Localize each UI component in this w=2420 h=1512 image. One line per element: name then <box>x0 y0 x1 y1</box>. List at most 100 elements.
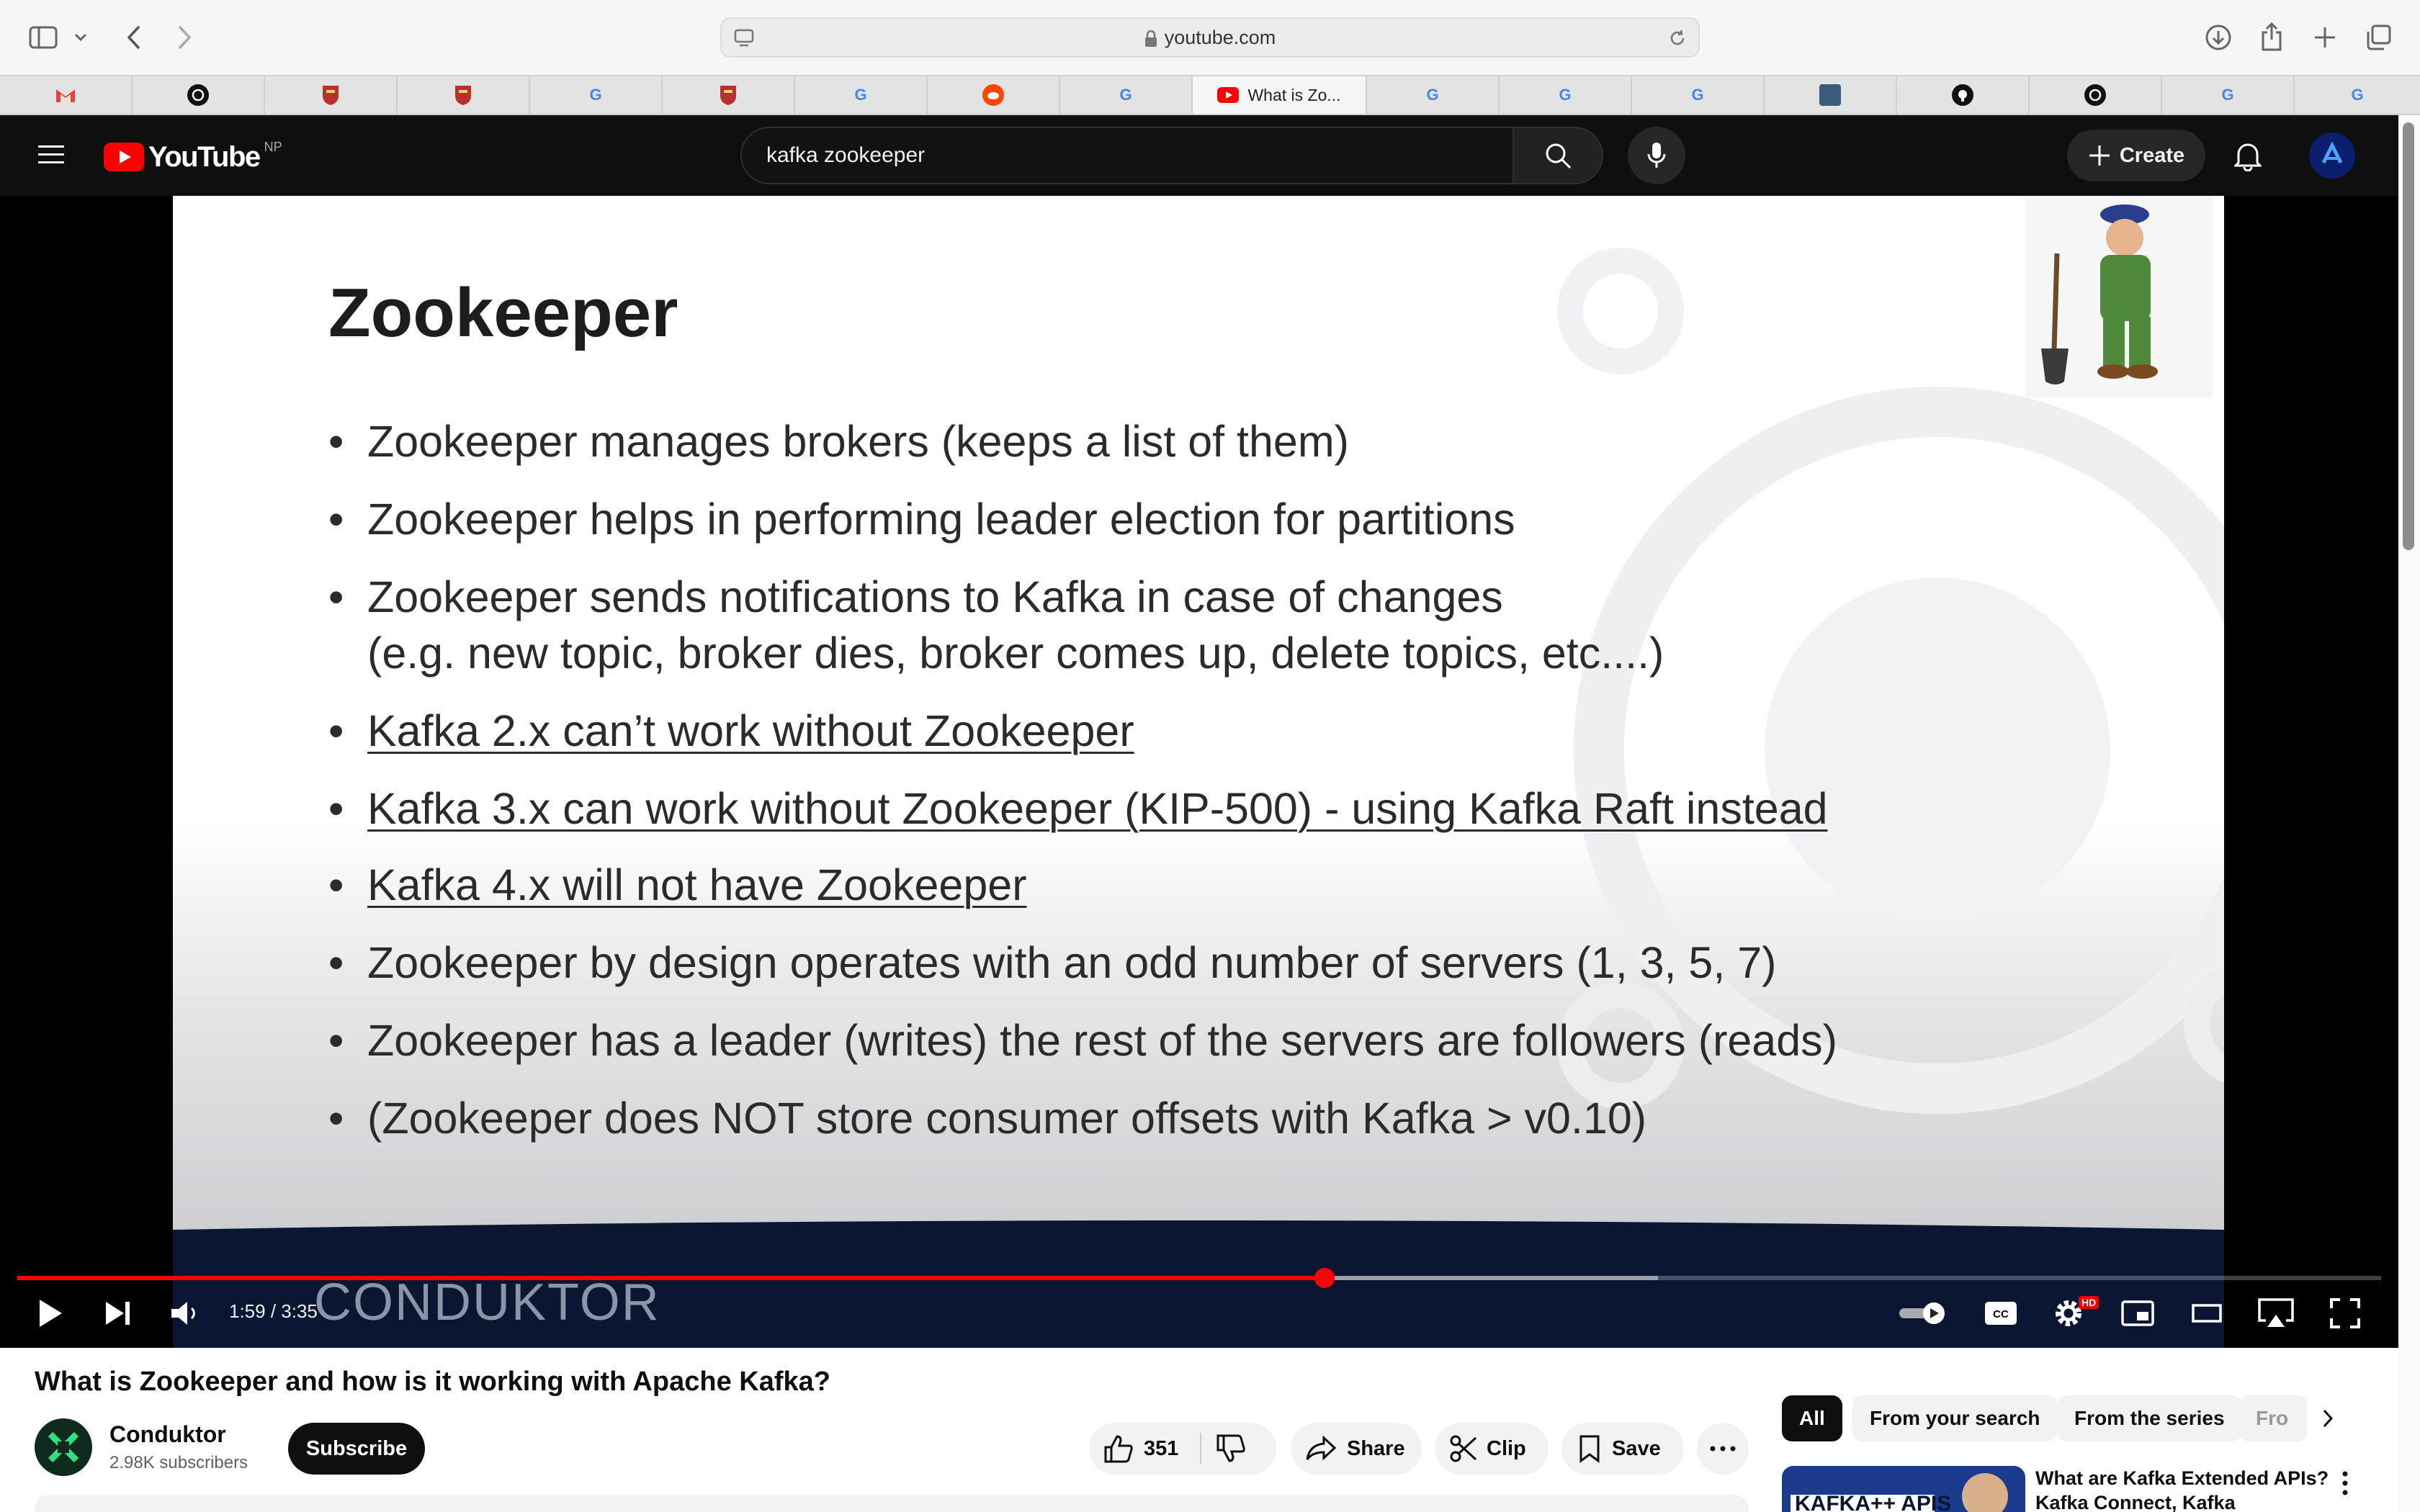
reddit-icon <box>982 84 1004 106</box>
fullscreen-button[interactable] <box>2323 1292 2367 1335</box>
subscribe-button[interactable]: Subscribe <box>288 1423 425 1475</box>
bullet-text: (e.g. new topic, broker dies, broker com… <box>367 629 1664 678</box>
like-button[interactable]: 351 <box>1103 1434 1178 1463</box>
tab-google-1[interactable]: G <box>530 76 663 114</box>
forward-icon[interactable] <box>169 20 200 55</box>
image-icon <box>1819 84 1841 106</box>
thumbs-down-icon <box>1216 1434 1246 1462</box>
cambridge-crest-icon <box>452 84 474 106</box>
google-icon: G <box>1426 86 1439 104</box>
theater-icon <box>2192 1304 2222 1323</box>
slide-bullet: • Zookeeper by design operates with an od… <box>328 938 1777 987</box>
notifications-icon[interactable] <box>2228 135 2267 176</box>
youtube-logo-icon <box>104 143 144 171</box>
thumbnail-text: KAFKA++ APIS <box>1795 1492 1952 1512</box>
menu-icon[interactable] <box>33 137 69 173</box>
settings-button[interactable]: HD <box>2045 1292 2099 1335</box>
description-box[interactable] <box>35 1495 1749 1512</box>
tab-reddit[interactable] <box>928 76 1060 114</box>
play-icon <box>40 1300 62 1327</box>
youtube-icon <box>1217 84 1240 106</box>
tab-image[interactable] <box>1765 76 1897 114</box>
next-button[interactable] <box>97 1292 140 1335</box>
dislike-button[interactable] <box>1216 1434 1246 1463</box>
clip-button[interactable]: Clip <box>1435 1423 1549 1475</box>
tab-openai-2[interactable] <box>2030 76 2162 114</box>
search-input[interactable]: kafka zookeeper <box>740 127 1514 184</box>
theater-mode-button[interactable] <box>2185 1292 2228 1335</box>
back-icon[interactable] <box>118 20 150 55</box>
google-icon: G <box>854 86 867 104</box>
chip-partial[interactable]: Fro <box>2238 1395 2308 1441</box>
channel-name[interactable]: Conduktor <box>109 1421 226 1448</box>
like-count: 351 <box>1144 1436 1179 1460</box>
autoplay-toggle[interactable] <box>1897 1292 1949 1335</box>
tab-gmail[interactable] <box>0 76 133 114</box>
next-video-menu-icon[interactable] <box>2336 1469 2354 1498</box>
chip-from-the-series[interactable]: From the series <box>2057 1395 2242 1441</box>
tab-cambridge-1[interactable] <box>265 76 398 114</box>
tab-youtube-active[interactable]: What is Zo... <box>1193 76 1367 114</box>
scrollbar-thumb[interactable] <box>2403 122 2414 550</box>
search-button[interactable] <box>1512 127 1603 184</box>
address-text: youtube.com <box>722 19 1698 56</box>
chevron-right-icon <box>2323 1409 2334 1428</box>
captions-button[interactable]: CC <box>1979 1292 2022 1335</box>
tab-google-3[interactable]: G <box>1060 76 1193 114</box>
new-tab-icon[interactable] <box>2308 20 2342 55</box>
tab-google-2[interactable]: G <box>795 76 928 114</box>
more-actions-button[interactable] <box>1697 1423 1749 1475</box>
tab-openai[interactable] <box>133 76 265 114</box>
slide-bullet: • Kafka 2.x can’t work without Zookeeper <box>328 706 1134 755</box>
scissors-icon <box>1450 1435 1477 1462</box>
progress-scrubber[interactable] <box>1314 1268 1335 1288</box>
plus-icon <box>2089 145 2110 166</box>
tab-bar: G G G What is Zo... G G G G G <box>0 75 2420 115</box>
tab-cambridge-2[interactable] <box>398 76 530 114</box>
tab-github[interactable] <box>1897 76 2030 114</box>
downloads-icon[interactable] <box>2201 20 2236 55</box>
channel-avatar[interactable] <box>35 1418 92 1476</box>
share-icon[interactable] <box>2254 19 2289 55</box>
chip-from-your-search[interactable]: From your search <box>1852 1395 2058 1441</box>
sidebar-toggle-icon[interactable] <box>26 20 60 55</box>
share-label: Share <box>1347 1436 1405 1460</box>
slide-bullet-continuation: (e.g. new topic, broker dies, broker com… <box>328 625 1664 681</box>
address-bar[interactable]: youtube.com <box>720 17 1700 58</box>
gmail-icon <box>55 84 76 106</box>
reload-icon[interactable] <box>1665 26 1690 50</box>
tab-overview-icon[interactable] <box>2361 20 2396 55</box>
time-display: 1:59 / 3:35 <box>229 1300 318 1322</box>
chip-all[interactable]: All <box>1782 1395 1842 1441</box>
slide-bullet: • Kafka 4.x will not have Zookeeper <box>328 860 1027 909</box>
google-icon: G <box>2351 86 2364 104</box>
tab-google-8[interactable]: G <box>2295 76 2420 114</box>
create-button[interactable]: Create <box>2067 130 2205 181</box>
play-button[interactable] <box>29 1292 72 1335</box>
save-button[interactable]: Save <box>1561 1423 1684 1475</box>
chips-next-button[interactable] <box>2305 1397 2351 1440</box>
next-video-title[interactable]: What are Kafka Extended APIs? Kafka Conn… <box>2035 1466 2329 1512</box>
tab-google-6[interactable]: G <box>1632 76 1765 114</box>
next-video-thumbnail[interactable]: KAFKA++ APIS <box>1782 1466 2025 1512</box>
google-icon: G <box>1119 86 1132 104</box>
tab-cambridge-3[interactable] <box>663 76 795 114</box>
thumbnail-person <box>1962 1473 2008 1512</box>
tab-google-5[interactable]: G <box>1500 76 1632 114</box>
miniplayer-button[interactable] <box>2116 1292 2159 1335</box>
account-avatar[interactable] <box>2309 132 2355 179</box>
cambridge-crest-icon <box>320 84 341 106</box>
thumbs-up-icon <box>1104 1435 1133 1463</box>
tab-google-4[interactable]: G <box>1367 76 1500 114</box>
airplay-button[interactable] <box>2253 1292 2299 1335</box>
mute-button[interactable] <box>163 1292 206 1335</box>
slide-bullet: • Zookeeper has a leader (writes) the res… <box>328 1016 1837 1065</box>
share-button[interactable]: Share <box>1291 1423 1422 1475</box>
google-icon: G <box>1691 86 1704 104</box>
captions-icon: CC <box>1985 1302 2017 1325</box>
voice-search-button[interactable] <box>1628 127 1685 184</box>
youtube-logo[interactable]: YouTube NP <box>104 140 282 174</box>
tab-google-7[interactable]: G <box>2162 76 2295 114</box>
google-icon: G <box>589 86 602 104</box>
chevron-down-icon[interactable] <box>72 26 89 49</box>
